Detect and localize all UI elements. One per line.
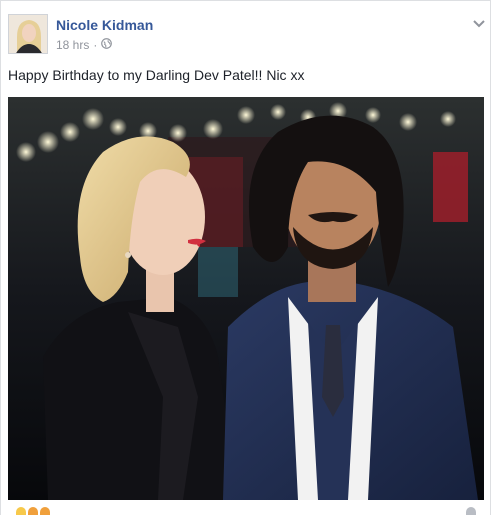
post-message: Happy Birthday to my Darling Dev Patel!!… xyxy=(8,67,305,83)
meta-separator: · xyxy=(93,38,98,52)
author-name-link[interactable]: Nicole Kidman xyxy=(56,17,153,33)
love-reaction-icon[interactable] xyxy=(28,507,38,515)
comment-count-icon[interactable] xyxy=(466,507,476,515)
haha-reaction-icon[interactable] xyxy=(40,507,50,515)
author-avatar[interactable] xyxy=(8,14,48,54)
like-reaction-icon[interactable] xyxy=(16,507,26,515)
globe-icon[interactable] xyxy=(101,38,113,52)
post-timestamp[interactable]: 18 hrs xyxy=(56,38,89,52)
post-card: Nicole Kidman 18 hrs · Happy Birthday to… xyxy=(0,0,491,515)
post-photo[interactable] xyxy=(8,97,484,500)
avatar-image xyxy=(9,15,47,53)
chevron-down-icon[interactable] xyxy=(472,16,486,28)
photo-image xyxy=(8,97,484,500)
post-meta: 18 hrs · xyxy=(56,38,113,52)
